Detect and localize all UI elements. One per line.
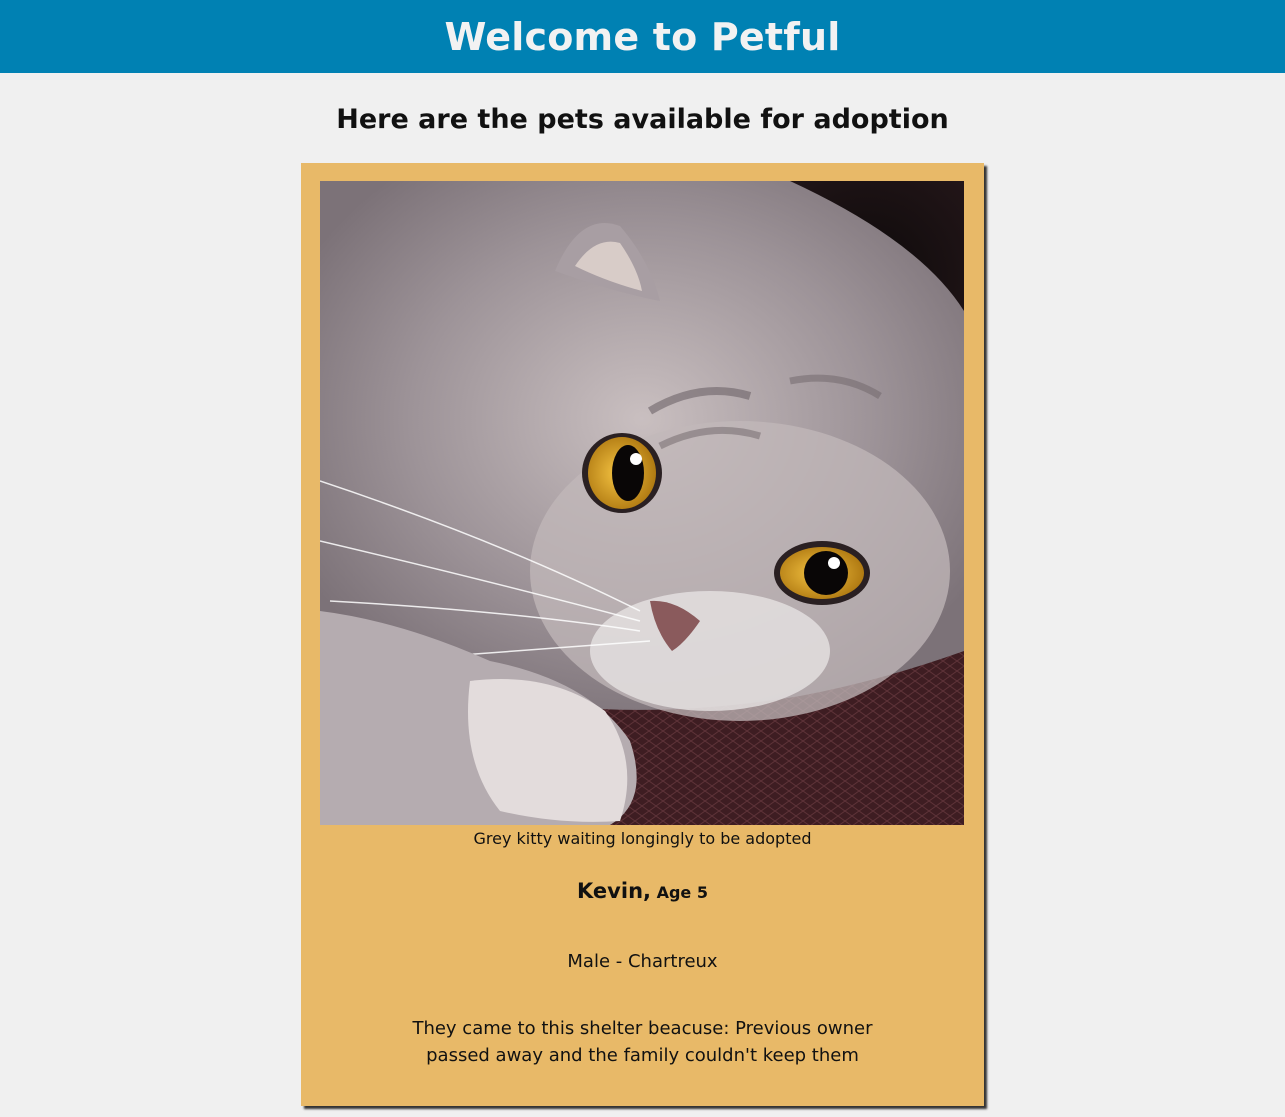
pet-name: Kevin, [577, 879, 651, 903]
pet-photo [320, 181, 964, 825]
pet-card: Grey kitty waiting longingly to be adopt… [301, 163, 984, 1106]
cat-illustration [320, 181, 964, 825]
pet-story: They came to this shelter beacuse: Previ… [412, 1018, 873, 1066]
site-header: Welcome to Petful [0, 0, 1285, 73]
page-subtitle: Here are the pets available for adoption [336, 104, 949, 135]
pet-age: Age 5 [656, 883, 708, 902]
pet-photo-caption: Grey kitty waiting longingly to be adopt… [473, 829, 812, 848]
pet-gender-breed: Male - Chartreux [567, 951, 718, 972]
pet-name-line: Kevin, Age 5 [301, 877, 984, 907]
site-title: Welcome to Petful [444, 14, 841, 59]
